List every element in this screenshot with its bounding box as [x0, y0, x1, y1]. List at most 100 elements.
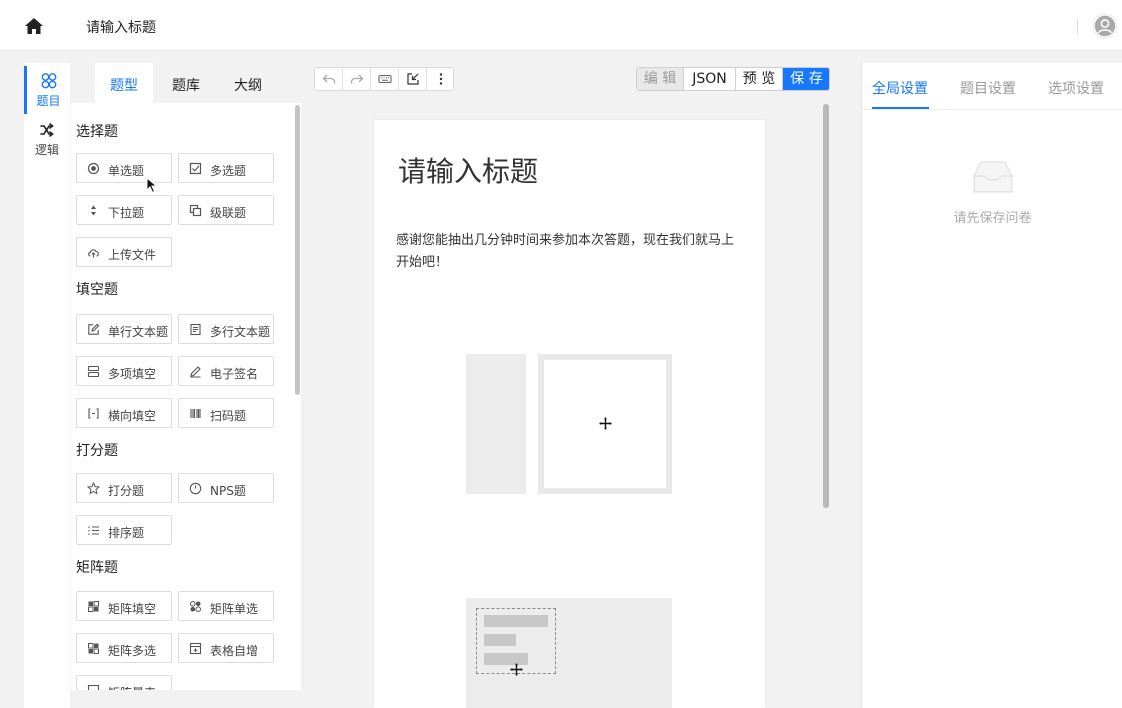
question-btn-label: 矩阵多选 — [108, 644, 157, 658]
question-btn-label: 单行文本题 — [108, 325, 169, 339]
ghost-bar — [484, 634, 516, 646]
survey-description[interactable]: 感谢您能抽出几分钟时间来参加本次答题，现在我们就马上开始吧！ — [396, 230, 746, 274]
gauge-icon — [189, 482, 202, 495]
question-btn-label: 打分题 — [108, 484, 145, 498]
question-btn-cascade[interactable]: 级联题 — [178, 195, 274, 225]
mouse-pointer-icon — [146, 176, 158, 194]
keyboard-icon[interactable] — [371, 68, 399, 90]
question-btn-label: 上传文件 — [108, 248, 157, 262]
canvas-scrollbar[interactable] — [823, 104, 829, 508]
save-button[interactable]: 保 存 — [783, 68, 829, 90]
question-btn-label: 表格自增 — [210, 644, 259, 658]
question-btn-scan-code[interactable]: 扫码题 — [178, 398, 274, 428]
shuffle-icon — [38, 121, 56, 139]
document-icon — [189, 323, 202, 336]
app-title: 请输入标题 — [86, 20, 156, 36]
question-btn-label: 矩阵单选 — [210, 602, 259, 616]
panel-bottom-bar — [71, 690, 301, 708]
top-bar: 请输入标题 — [0, 0, 1122, 51]
edit-mode-button[interactable]: 编 辑 — [637, 68, 684, 90]
move-icon — [510, 663, 523, 679]
group-title-choice: 选择题 — [76, 124, 118, 140]
tab-question-settings[interactable]: 题目设置 — [960, 78, 1016, 98]
drop-target[interactable] — [544, 360, 666, 488]
tab-question-types[interactable]: 题型 — [110, 75, 138, 95]
matrix-check-icon — [87, 642, 100, 655]
drop-placeholder — [466, 354, 526, 494]
empty-state-text: 请先保存问卷 — [953, 211, 1032, 226]
question-btn-multi-text[interactable]: 多行文本题 — [178, 314, 274, 344]
drag-ghost — [476, 608, 556, 676]
question-btn-matrix-multi[interactable]: 矩阵多选 — [76, 633, 172, 663]
settings-panel: 全局设置 题目设置 选项设置 请先保存问卷 — [861, 63, 1122, 708]
question-btn-single-text[interactable]: 单行文本题 — [76, 314, 172, 344]
user-avatar-icon[interactable] — [1093, 14, 1117, 38]
rail-item-label: 逻辑 — [34, 143, 59, 157]
question-btn-label: 扫码题 — [210, 409, 247, 423]
question-btn-table-grow[interactable]: 表格自增 — [178, 633, 274, 663]
question-btn-multi-choice[interactable]: 多选题 — [178, 153, 274, 183]
question-btn-rating[interactable]: 打分题 — [76, 473, 172, 503]
tab-question-bank[interactable]: 题库 — [172, 75, 200, 95]
question-btn-label: 电子签名 — [210, 367, 259, 381]
question-btn-label: 多行文本题 — [210, 325, 271, 339]
question-btn-label: 下拉题 — [108, 206, 145, 220]
brackets-icon — [87, 407, 100, 420]
undo-icon[interactable] — [315, 68, 343, 90]
panel-tabs: 题型 题库 大纲 — [71, 63, 301, 103]
divider — [1077, 18, 1078, 34]
group-title-matrix: 矩阵题 — [76, 560, 118, 576]
question-btn-nps[interactable]: NPS题 — [178, 473, 274, 503]
radio-icon — [87, 162, 100, 175]
panel-scrollbar[interactable] — [295, 105, 300, 395]
question-btn-horizontal-fill[interactable]: 横向填空 — [76, 398, 172, 428]
more-icon[interactable] — [427, 68, 454, 90]
question-btn-ranking[interactable]: 排序题 — [76, 515, 172, 545]
multi-fill-icon — [87, 365, 100, 378]
barcode-icon — [189, 407, 202, 420]
question-btn-label: 横向填空 — [108, 409, 157, 423]
table-add-icon — [189, 642, 202, 655]
tab-global-settings[interactable]: 全局设置 — [872, 78, 928, 98]
question-btn-signature[interactable]: 电子签名 — [178, 356, 274, 386]
checkbox-icon — [189, 162, 202, 175]
tab-outline[interactable]: 大纲 — [234, 75, 262, 95]
mode-switcher: 编 辑 JSON 预 览 保 存 — [636, 67, 830, 91]
question-btn-label: 矩阵填空 — [108, 602, 157, 616]
ordered-list-icon — [87, 524, 100, 537]
home-icon[interactable] — [24, 16, 44, 36]
question-btn-label: 排序题 — [108, 526, 145, 540]
editor-toolbar — [314, 67, 454, 91]
move-icon — [599, 417, 612, 433]
group-title-rating: 打分题 — [76, 443, 118, 459]
rail-item-label: 题目 — [36, 94, 61, 108]
preview-button[interactable]: 预 览 — [736, 68, 783, 90]
star-icon — [86, 481, 101, 495]
pen-icon — [189, 365, 202, 378]
question-type-panel: 题型 题库 大纲 选择题 单选题 多选题 下拉题 级联题 上传文件 填空题 单行… — [71, 63, 301, 708]
matrix-fill-icon — [87, 600, 100, 613]
question-btn-matrix-fill[interactable]: 矩阵填空 — [76, 591, 172, 621]
left-rail: 题目 逻辑 — [24, 63, 70, 708]
drop-placeholder — [538, 354, 672, 494]
question-btn-label: 级联题 — [210, 206, 247, 220]
question-btn-label: NPS题 — [210, 484, 246, 498]
cascade-icon — [189, 204, 202, 217]
drag-preview — [466, 598, 672, 708]
question-btn-multi-fill[interactable]: 多项填空 — [76, 356, 172, 386]
tab-option-settings[interactable]: 选项设置 — [1048, 78, 1104, 98]
question-btn-dropdown[interactable]: 下拉题 — [76, 195, 172, 225]
question-icon — [40, 72, 58, 90]
ghost-bar — [484, 615, 548, 627]
json-mode-button[interactable]: JSON — [684, 68, 736, 90]
divider — [862, 109, 1122, 110]
question-btn-upload[interactable]: 上传文件 — [76, 237, 172, 267]
rail-item-questions[interactable]: 题目 — [24, 66, 70, 114]
matrix-radio-icon — [189, 600, 202, 613]
question-btn-matrix-single[interactable]: 矩阵单选 — [178, 591, 274, 621]
survey-title[interactable]: 请输入标题 — [398, 150, 538, 190]
sort-arrows-icon — [87, 204, 100, 217]
redo-icon[interactable] — [343, 68, 371, 90]
import-icon[interactable] — [399, 68, 427, 90]
rail-item-logic[interactable]: 逻辑 — [24, 115, 70, 163]
